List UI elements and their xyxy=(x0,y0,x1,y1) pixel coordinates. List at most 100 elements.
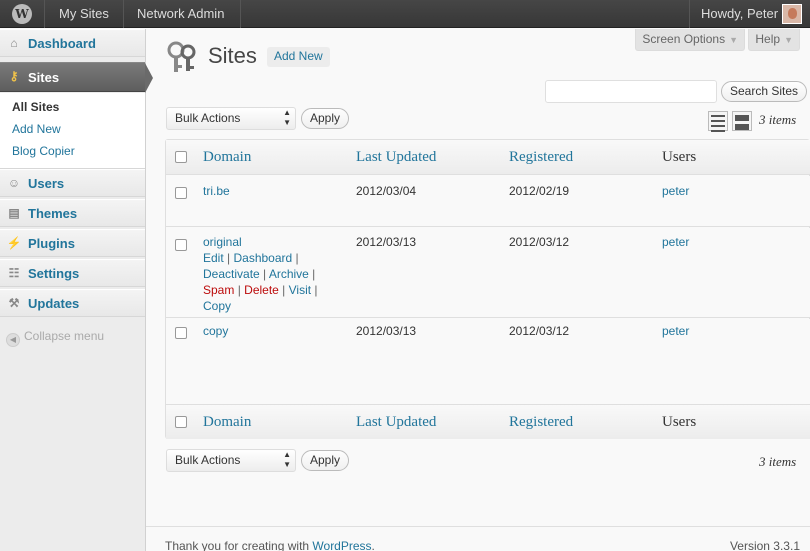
collapse-menu-label: Collapse menu xyxy=(24,329,105,343)
sidebar-item-dashboard[interactable]: ⌂ Dashboard xyxy=(0,29,145,57)
help-button[interactable]: Help ▼ xyxy=(748,29,800,51)
bulk-actions-value: Bulk Actions xyxy=(175,453,241,467)
site-user-link[interactable]: peter xyxy=(662,235,689,249)
bulk-actions-select-top[interactable]: Bulk Actions ▲ ▼ xyxy=(166,107,296,130)
site-domain-link[interactable]: tri.be xyxy=(203,184,230,198)
network-admin-link[interactable]: Network Admin xyxy=(137,0,224,28)
column-users-footer: Users xyxy=(662,414,697,430)
table-row: tri.be 2012/03/04 2012/02/19 peter xyxy=(166,176,810,227)
column-registered[interactable]: Registered xyxy=(509,149,573,166)
plugins-icon: ⚡ xyxy=(6,236,22,250)
select-arrows-icon: ▲ ▼ xyxy=(283,108,291,127)
my-sites-link[interactable]: My Sites xyxy=(59,0,109,28)
apply-button-top[interactable]: Apply xyxy=(301,108,350,129)
dashboard-action[interactable]: Dashboard xyxy=(233,251,292,265)
table-row: original Edit | Dashboard | Deactivate |… xyxy=(166,228,810,318)
main-content: Screen Options ▼ Help ▼ Sites Add New Sear… xyxy=(146,29,810,551)
select-arrows-icon: ▲ ▼ xyxy=(283,450,291,469)
avatar[interactable] xyxy=(782,4,802,24)
admin-bar: W My Sites Network Admin Howdy, Peter xyxy=(0,0,810,28)
wordpress-logo-icon[interactable]: W xyxy=(8,0,36,28)
tools-icon: ⚒ xyxy=(8,296,20,310)
sidebar-item-settings[interactable]: ☷ Settings xyxy=(0,259,145,287)
sidebar-item-plugins[interactable]: ⚡ Plugins xyxy=(0,229,145,257)
spam-action[interactable]: Spam xyxy=(203,283,234,297)
sidebar-item-label: Themes xyxy=(28,206,78,221)
select-all-checkbox[interactable] xyxy=(175,151,187,163)
sidebar-item-sites[interactable]: ⚷ Sites xyxy=(0,62,153,93)
column-domain-footer[interactable]: Domain xyxy=(203,414,251,431)
copy-action[interactable]: Copy xyxy=(203,299,231,313)
select-all-checkbox-footer[interactable] xyxy=(175,416,187,428)
collapse-menu-button[interactable]: ◀ Collapse menu xyxy=(6,329,104,347)
site-registered: 2012/03/12 xyxy=(509,324,570,338)
help-label: Help xyxy=(755,32,781,46)
users-icon: ☺ xyxy=(7,176,21,190)
column-users: Users xyxy=(662,149,697,165)
sidebar-item-label: Sites xyxy=(28,70,60,85)
search-sites-button[interactable]: Search Sites xyxy=(721,81,808,102)
chevron-down-icon: ▼ xyxy=(784,35,793,45)
keys-icon: ⚷ xyxy=(9,69,19,83)
footer-thanks-text: Thank you for creating with xyxy=(165,539,313,551)
submenu-add-new[interactable]: Add New xyxy=(12,122,61,136)
sidebar-item-updates[interactable]: ⚒ Updates xyxy=(0,289,145,317)
collapse-arrow-icon: ◀ xyxy=(6,333,20,347)
footer-period: . xyxy=(371,539,375,551)
sidebar-item-label: Dashboard xyxy=(28,36,96,51)
wordpress-link[interactable]: WordPress xyxy=(312,539,371,551)
table-header: Domain Last Updated Registered Users xyxy=(166,140,810,175)
bulk-actions-value: Bulk Actions xyxy=(175,111,241,125)
admin-sidebar: ⌂ Dashboard ⚷ Sites All Sites Add New Bl… xyxy=(0,29,153,551)
page-title: Sites xyxy=(208,43,257,68)
add-new-site-button[interactable]: Add New xyxy=(267,47,330,67)
sidebar-item-label: Plugins xyxy=(28,236,75,251)
screen-options-label: Screen Options xyxy=(642,32,726,46)
screen-options-button[interactable]: Screen Options ▼ xyxy=(635,29,745,51)
home-icon: ⌂ xyxy=(10,36,18,50)
site-user-link[interactable]: peter xyxy=(662,184,689,198)
sites-keys-icon xyxy=(167,41,196,72)
apply-button-bottom[interactable]: Apply xyxy=(301,450,350,471)
table-row: copy 2012/03/13 2012/03/12 peter xyxy=(166,319,810,404)
row-checkbox[interactable] xyxy=(175,239,187,251)
howdy-user-menu[interactable]: Howdy, Peter xyxy=(701,0,778,28)
sites-table: Domain Last Updated Registered Users tri… xyxy=(165,139,810,439)
excerpt-view-icon[interactable] xyxy=(732,111,752,131)
sites-submenu: All Sites Add New Blog Copier xyxy=(0,93,145,169)
list-view-icon[interactable] xyxy=(708,111,728,132)
column-registered-footer[interactable]: Registered xyxy=(509,414,573,431)
chevron-down-icon: ▼ xyxy=(729,35,738,45)
site-domain-link[interactable]: copy xyxy=(203,324,228,338)
edit-action[interactable]: Edit xyxy=(203,251,224,265)
footer-version: Version 3.3.1 xyxy=(729,539,800,551)
site-registered: 2012/02/19 xyxy=(509,184,570,198)
sidebar-item-users[interactable]: ☺ Users xyxy=(0,169,145,197)
sidebar-item-label: Users xyxy=(28,176,65,191)
deactivate-action[interactable]: Deactivate xyxy=(203,267,260,281)
delete-action[interactable]: Delete xyxy=(244,283,279,297)
row-checkbox[interactable] xyxy=(175,327,187,339)
visit-action[interactable]: Visit xyxy=(289,283,311,297)
submenu-blog-copier[interactable]: Blog Copier xyxy=(12,144,75,158)
column-last-updated[interactable]: Last Updated xyxy=(356,149,436,166)
archive-action[interactable]: Archive xyxy=(269,267,309,281)
sidebar-item-label: Updates xyxy=(28,296,80,311)
row-actions: Edit | Dashboard | Deactivate | Archive … xyxy=(203,251,318,313)
submenu-all-sites[interactable]: All Sites xyxy=(12,100,59,114)
site-registered: 2012/03/12 xyxy=(509,235,570,249)
site-last-updated: 2012/03/04 xyxy=(356,184,417,198)
search-sites-input[interactable] xyxy=(545,80,717,103)
column-last-updated-footer[interactable]: Last Updated xyxy=(356,414,436,431)
column-domain[interactable]: Domain xyxy=(203,149,251,166)
items-count-bottom: 3 items xyxy=(759,454,797,469)
themes-icon: ▤ xyxy=(8,206,20,220)
site-domain-link[interactable]: original xyxy=(203,235,242,249)
site-user-link[interactable]: peter xyxy=(662,324,689,338)
site-last-updated: 2012/03/13 xyxy=(356,235,417,249)
site-last-updated: 2012/03/13 xyxy=(356,324,417,338)
sidebar-item-themes[interactable]: ▤ Themes xyxy=(0,199,145,227)
row-checkbox[interactable] xyxy=(175,187,187,199)
bulk-actions-select-bottom[interactable]: Bulk Actions ▲ ▼ xyxy=(166,449,296,472)
settings-icon: ☷ xyxy=(8,266,20,280)
